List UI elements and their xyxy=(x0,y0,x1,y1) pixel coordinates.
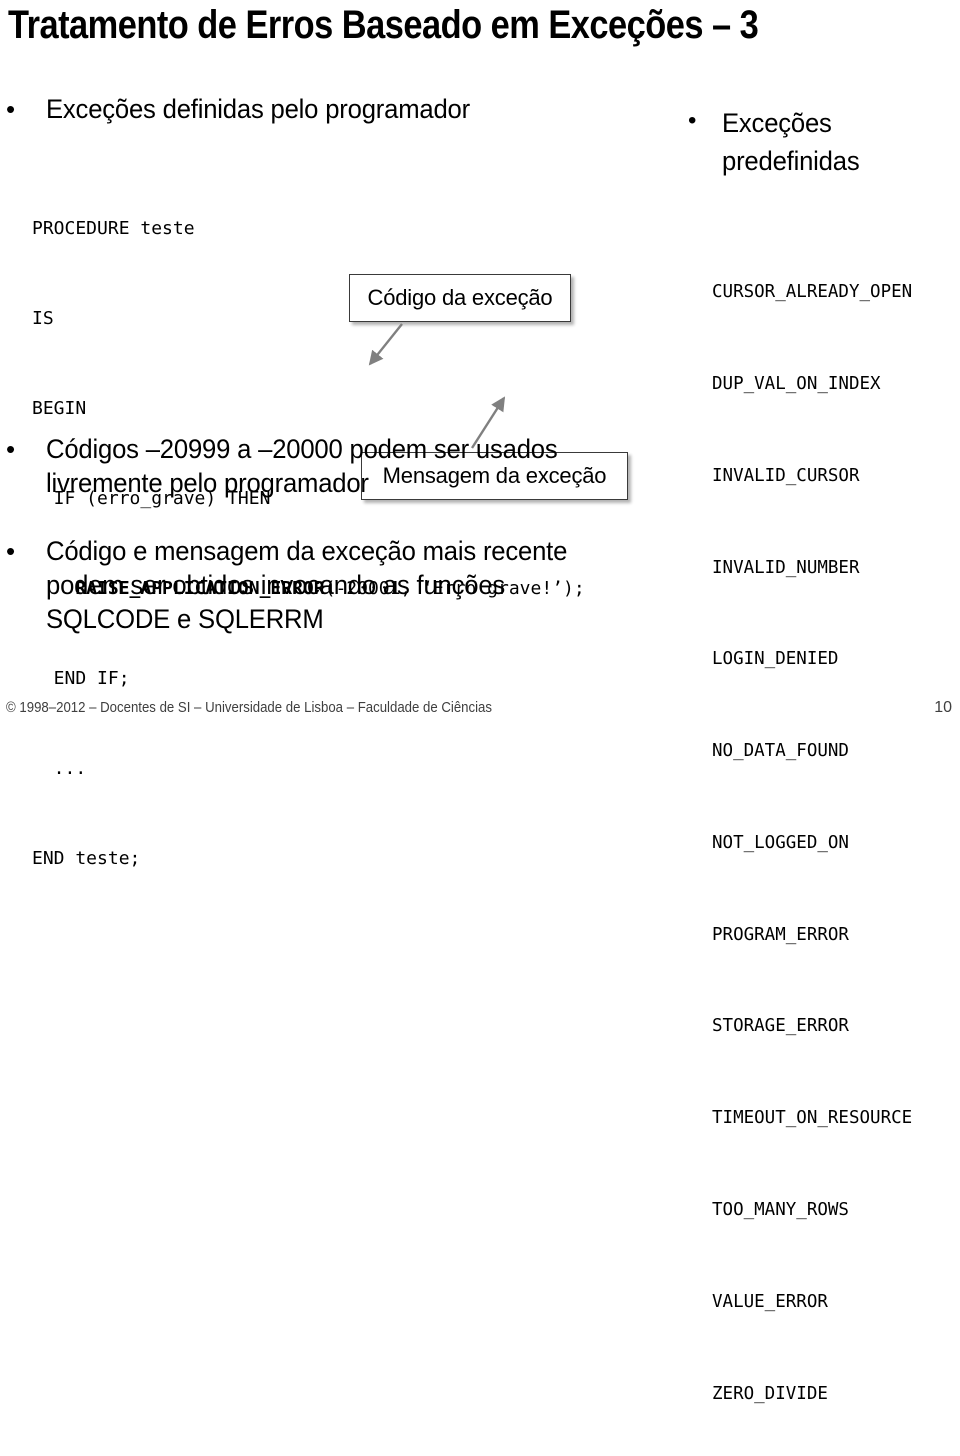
left-content-column: • Exceções definidas pelo programador PR… xyxy=(0,92,650,869)
callout-codigo-da-excecao: Código da exceção xyxy=(349,274,571,322)
code-line-ellipsis: ... xyxy=(32,758,87,779)
list-item: ZERO_DIVIDE xyxy=(712,1383,828,1404)
list-item: NOT_LOGGED_ON xyxy=(712,832,849,853)
bullet-label-exceptions-defined: Exceções definidas pelo programador xyxy=(46,94,470,124)
bullet-label-codigos-range: Códigos –20999 a –20000 podem ser usados… xyxy=(46,434,558,498)
page-title: Tratamento de Erros Baseado em Exceções … xyxy=(8,3,759,47)
list-item: PROGRAM_ERROR xyxy=(712,924,849,945)
footer-copyright-text: © 1998–2012 – Docentes de SI – Universid… xyxy=(6,699,492,716)
bullet-item-codigos-range: • Códigos –20999 a –20000 podem ser usad… xyxy=(6,432,606,500)
code-line-procedure: PROCEDURE teste xyxy=(32,218,195,239)
list-item: VALUE_ERROR xyxy=(712,1291,828,1312)
list-item: LOGIN_DENIED xyxy=(712,649,839,670)
predefined-exceptions-list: CURSOR_ALREADY_OPEN DUP_VAL_ON_INDEX INV… xyxy=(712,216,912,1456)
bullet-dot-icon: • xyxy=(6,94,16,124)
right-content-column: • Exceções predefinidas CURSOR_ALREADY_O… xyxy=(682,104,960,1404)
bullet-dot-icon: • xyxy=(6,434,16,464)
code-line-end-teste: END teste; xyxy=(32,848,141,869)
page-number: 10 xyxy=(934,699,952,716)
bullet-dot-icon: • xyxy=(688,107,697,134)
arrow-codigo-icon xyxy=(368,323,403,366)
code-line-end-if: END IF; xyxy=(32,668,130,689)
list-item: TOO_MANY_ROWS xyxy=(712,1200,849,1220)
bullet-item-predefined-exceptions: • Exceções predefinidas xyxy=(688,104,958,180)
list-item: TIMEOUT_ON_RESOURCE xyxy=(712,1108,913,1129)
bullet-item-sqlcode-sqlerrm: • Código e mensagem da exceção mais rece… xyxy=(6,534,626,636)
bullet-label-predefined-exceptions: Exceções predefinidas xyxy=(722,108,860,176)
bullet-dot-icon: • xyxy=(6,536,16,566)
slide-footer: © 1998–2012 – Docentes de SI – Universid… xyxy=(0,698,960,722)
list-item: INVALID_CURSOR xyxy=(712,465,860,486)
list-item: STORAGE_ERROR xyxy=(712,1016,849,1037)
list-item: DUP_VAL_ON_INDEX xyxy=(712,373,881,394)
bullet-item-exceptions-defined: • Exceções definidas pelo programador xyxy=(6,92,646,126)
list-item: CURSOR_ALREADY_OPEN xyxy=(712,282,913,303)
bullet-label-sqlcode-sqlerrm: Código e mensagem da exceção mais recent… xyxy=(46,536,568,634)
callout-codigo-label: Código da exceção xyxy=(367,285,553,310)
list-item: NO_DATA_FOUND xyxy=(712,741,849,762)
list-item: INVALID_NUMBER xyxy=(712,557,860,578)
